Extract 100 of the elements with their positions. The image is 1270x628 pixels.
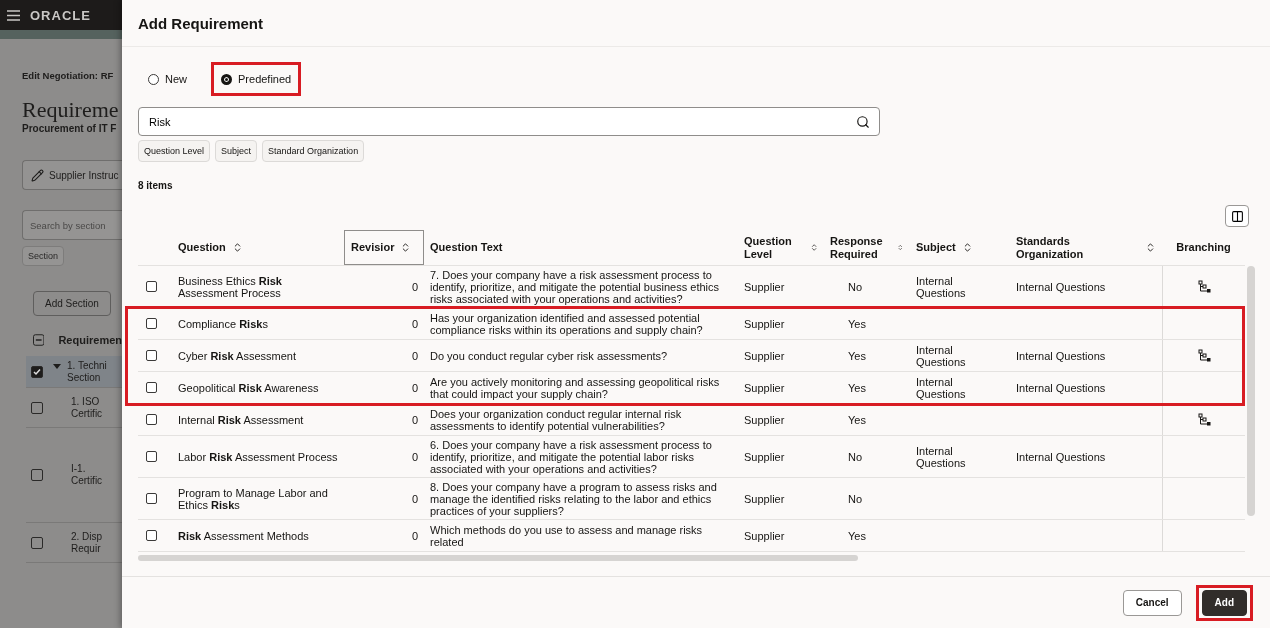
sort-icon[interactable] [897,242,904,253]
button-label: Supplier Instruc [49,169,119,181]
page-subtitle: Procurement of IT F [22,123,118,134]
question-level: Supplier [743,349,786,362]
hierarchy-icon[interactable] [1197,349,1211,362]
response-required: No [847,492,864,505]
column-header[interactable]: Branching [1162,230,1245,265]
requirement-row[interactable]: 1. Techni Section [26,356,122,388]
revision-number: 0 [410,413,419,426]
column-header[interactable]: Question Level [738,230,824,265]
columns-icon [1230,209,1244,223]
requirement-name: 1. Techni Section [67,359,107,384]
sort-icon[interactable] [1145,242,1156,253]
row-checkbox[interactable] [31,536,43,549]
filter-chip[interactable]: Question Level [138,140,211,162]
revision-number: 0 [410,317,419,330]
question-name: Business Ethics Risk Assessment Process [177,274,283,299]
row-checkbox[interactable] [31,365,43,378]
column-header[interactable]: Response Required [824,230,910,265]
question-text: 8. Does your company have a program to assess risks and manage the identified risks relating to the labor and ethics practices of your suppliers? [429,480,718,517]
hierarchy-icon[interactable] [1197,280,1211,293]
question-level: Supplier [743,529,786,542]
caret-icon[interactable] [53,364,61,369]
question-name: Compliance Risks [177,317,269,330]
column-header: Requiremen [58,334,122,346]
cancel-button[interactable]: Cancel [1122,589,1182,616]
supplier-instructions-button[interactable]: Supplier Instruc [22,160,122,190]
columns-button[interactable] [1225,205,1249,227]
question-text: Do you conduct regular cyber risk assessments? [429,349,669,362]
response-required: No [847,450,864,463]
response-required: Yes [847,317,867,330]
column-header[interactable]: Revisior [344,230,424,265]
question-level: Supplier [743,450,786,463]
requirement-name: I-1. Certific [71,463,103,487]
add-button[interactable]: Add [1201,589,1247,616]
row-checkbox[interactable] [146,318,157,329]
standards-organization: Internal Questions [1015,280,1107,293]
menu-icon[interactable] [7,9,20,21]
row-checkbox[interactable] [146,382,157,393]
search-field[interactable]: Risk [138,107,880,136]
revision-number: 0 [410,492,419,505]
column-header[interactable]: Question Text [424,230,738,265]
vertical-scrollbar[interactable] [1247,266,1255,516]
column-header[interactable]: Standards Organization [1010,230,1162,265]
filter-chip[interactable]: Standard Organization [262,140,365,162]
column-header[interactable]: Subject [910,230,1010,265]
standards-organization: Internal Questions [1015,450,1107,463]
row-checkbox[interactable] [31,401,43,414]
row-checkbox[interactable] [146,414,157,425]
row-checkbox[interactable] [31,469,43,481]
sort-icon[interactable] [809,242,818,253]
question-level: Supplier [743,413,786,426]
question-text: Which methods do you use to assess and manage risks related [429,523,704,548]
requirement-name: 1. ISO Certific [71,395,103,420]
row-checkbox[interactable] [146,451,157,462]
revision-number: 0 [410,450,419,463]
page-title: Requireme [22,97,120,123]
question-name: Labor Risk Assessment Process [177,450,339,463]
row-checkbox[interactable] [146,350,157,361]
subject: Internal Questions [915,375,967,400]
subject: Internal Questions [915,343,967,368]
search-icon[interactable] [856,115,870,129]
brand-logo: ORACLE [30,7,91,23]
question-name: Cyber Risk Assessment [177,349,297,362]
minus-checkbox-icon[interactable] [33,334,45,346]
row-checkbox[interactable] [146,530,157,541]
filter-chip[interactable]: Subject [215,140,258,162]
radio-label[interactable]: Predefined [238,73,292,85]
row-checkbox[interactable] [146,281,157,292]
question-level: Supplier [743,381,786,394]
dialog-title: Add Requirement [138,14,263,32]
response-required: No [847,280,864,293]
radio-label[interactable]: New [165,73,187,85]
revision-number: 0 [410,349,419,362]
question-text: 6. Does your company have a risk assessment process to identify, prioritize, and mitigate the potential labor risks associated with your operations and activities? [429,438,713,475]
requirement-name: 2. Disp Requir [71,530,103,555]
filter-chip[interactable]: Section [22,246,65,266]
revision-number: 0 [410,529,419,542]
standards-organization: Internal Questions [1015,381,1107,394]
radio-button[interactable] [148,73,159,85]
horizontal-scrollbar[interactable] [138,555,858,561]
subject: Internal Questions [915,444,967,469]
question-text: Does your organization conduct regular internal risk assessments to identify potential vulnerabilities? [429,407,683,432]
question-text: 7. Does your company have a risk assessment process to identify, prioritize, and mitigate the potential business ethics risks associated with your operations and activities? [429,268,720,305]
question-name: Internal Risk Assessment [177,413,305,426]
question-name: Geopolitical Risk Awareness [177,381,320,394]
item-count: 8 items [138,180,173,191]
response-required: Yes [847,381,867,394]
question-level: Supplier [743,492,786,505]
revision-number: 0 [410,280,419,293]
standards-organization: Internal Questions [1015,349,1107,362]
question-name: Risk Assessment Methods [177,529,310,542]
hierarchy-icon[interactable] [1197,413,1211,426]
response-required: Yes [847,349,867,362]
add-section-button[interactable]: Add Section [33,291,111,316]
row-checkbox[interactable] [146,493,157,504]
radio-button[interactable] [221,73,232,85]
question-text: Has your organization identified and assessed potential compliance risks within its operations and supply chain? [429,311,704,336]
revision-number: 0 [410,381,419,394]
column-header[interactable]: Question [172,230,344,265]
